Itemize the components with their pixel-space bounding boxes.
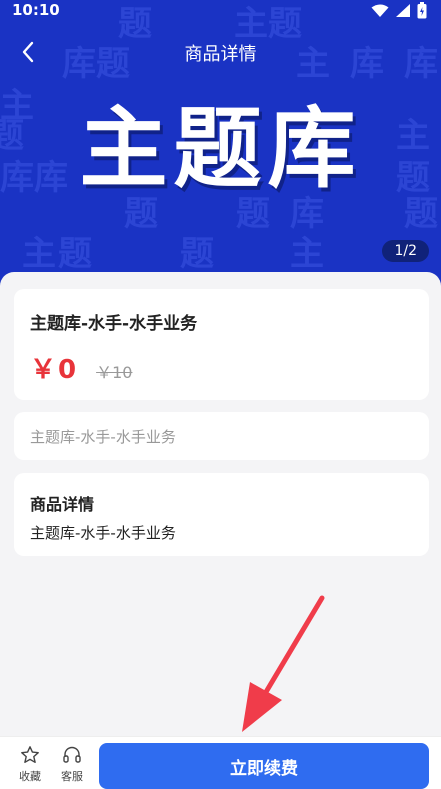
pattern-word: 题 [58,234,94,274]
status-icons [371,2,427,19]
product-info-card: 主题库-水手-水手业务 ￥0 ￥10 [14,289,429,400]
carousel-page-indicator: 1/2 [382,240,429,262]
signal-icon [396,4,410,17]
banner-hero-text: 主题库 [79,97,362,200]
star-icon [21,746,39,763]
favorite-label: 收藏 [19,770,41,783]
page-title: 商品详情 [184,44,257,65]
headset-icon [63,746,81,763]
current-price: ￥0 [30,355,79,385]
renew-now-button[interactable]: 立即续费 [99,743,429,789]
price-row: ￥0 ￥10 [30,349,132,386]
wifi-icon [371,4,389,17]
favorite-button[interactable]: 收藏 [10,745,50,784]
product-detail-content[interactable]: 主题库-水手-水手业务 ￥0 ￥10 主题库-水手-水手业务 商品详情 主题库-… [0,272,441,736]
status-bar: 10:10 [0,0,441,24]
product-subtitle: 主题库-水手-水手业务 [30,428,176,446]
product-detail-card: 商品详情 主题库-水手-水手业务 [14,473,429,556]
pattern-word: 主 [22,234,58,274]
pattern-word: 题 [180,234,216,274]
product-subtitle-card: 主题库-水手-水手业务 [14,412,429,460]
status-time: 10:10 [12,1,60,19]
customer-service-button[interactable]: 客服 [52,745,92,784]
bottom-action-bar: 收藏 客服 立即续费 [0,736,441,789]
product-image-carousel[interactable]: 题 主 题 库 题 主 库 主 库 库 题 主 题 库 题 题 题 主 题 主 … [0,0,441,290]
product-name: 主题库-水手-水手业务 [30,314,198,334]
customer-service-label: 客服 [61,770,83,783]
detail-section-text: 主题库-水手-水手业务 [30,524,176,542]
original-price: ￥10 [96,363,133,382]
battery-icon [417,2,427,19]
detail-section-title: 商品详情 [30,495,95,514]
